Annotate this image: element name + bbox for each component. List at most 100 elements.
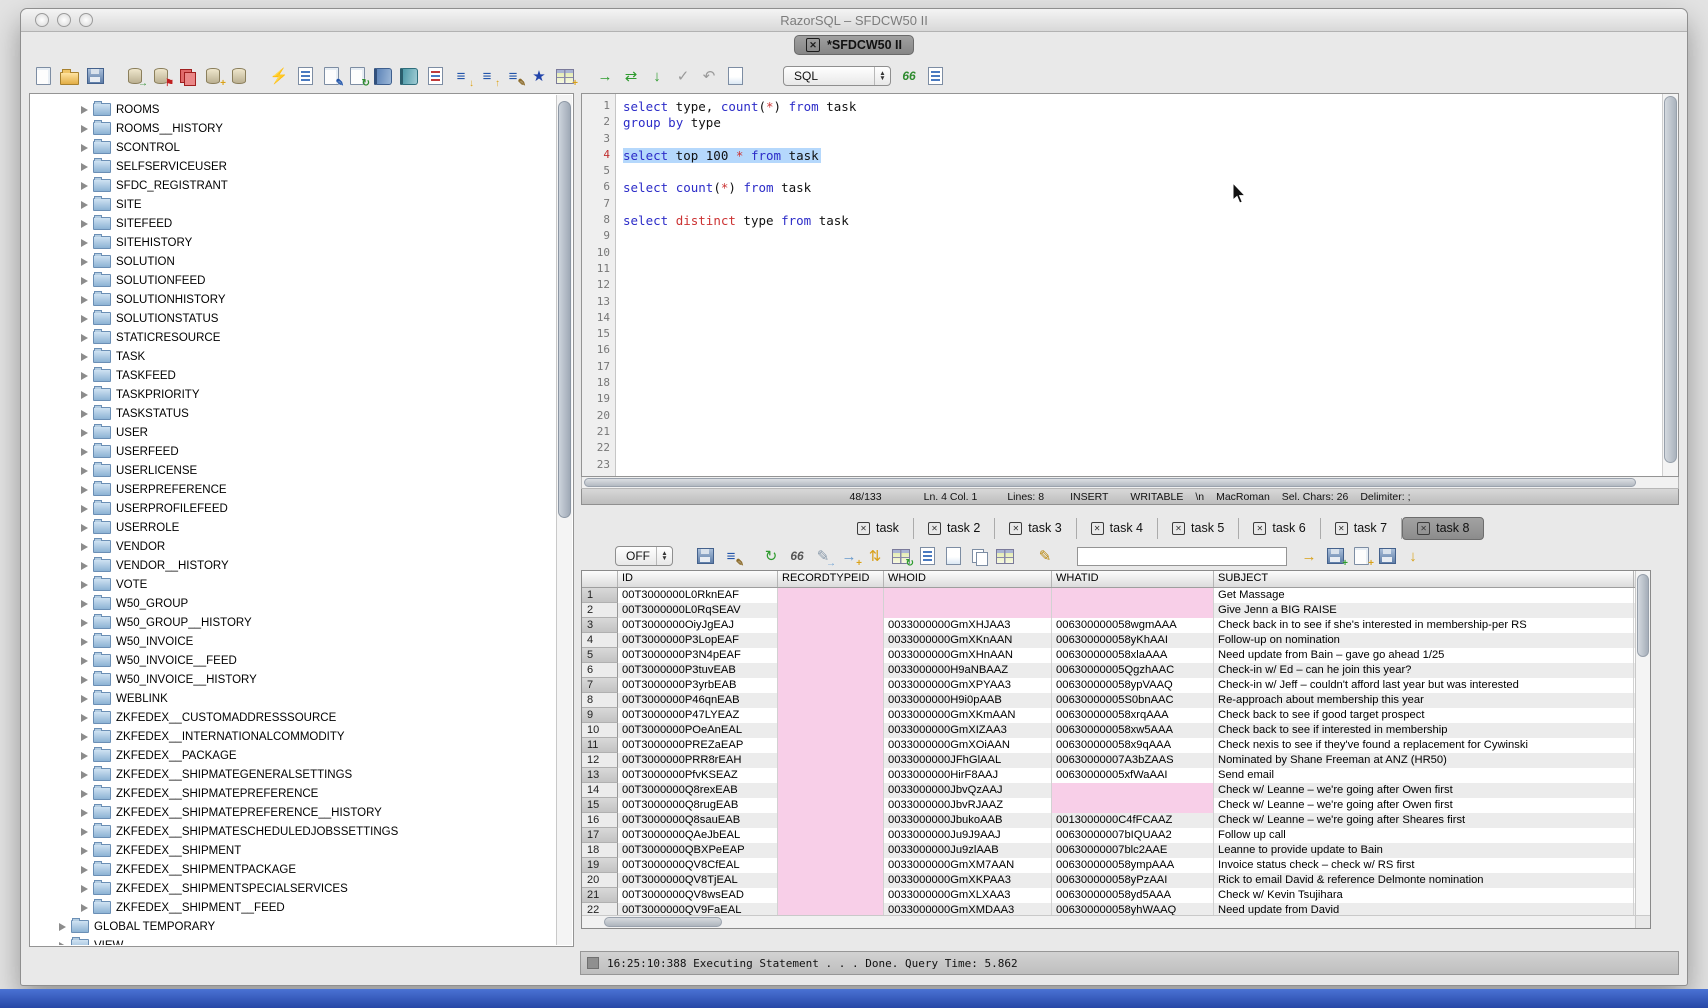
- row-number-cell[interactable]: 19: [582, 858, 618, 873]
- disclosure-triangle-icon[interactable]: [59, 923, 66, 931]
- reload-table-icon[interactable]: ↻: [891, 546, 911, 566]
- tree-item-selfserviceuser[interactable]: SELFSERVICEUSER: [31, 157, 557, 176]
- table-row[interactable]: 800T3000000P46qnEAB0033000000H9i0pAAB006…: [582, 693, 1635, 708]
- table-cell[interactable]: [778, 873, 884, 888]
- disclosure-triangle-icon[interactable]: [81, 695, 88, 703]
- row-number-cell[interactable]: 8: [582, 693, 618, 708]
- format-sql-icon[interactable]: ≡✎: [503, 66, 523, 86]
- table-cell[interactable]: 00630000007bIQUAA2: [1052, 828, 1214, 843]
- table-cell[interactable]: 0033000000JbukoAAB: [884, 813, 1052, 828]
- table-cell[interactable]: 006300000058yKhAAI: [1052, 633, 1214, 648]
- row-number-cell[interactable]: 21: [582, 888, 618, 903]
- tree-item-w50_invoice__feed[interactable]: W50_INVOICE__FEED: [31, 651, 557, 670]
- row-number-cell[interactable]: 6: [582, 663, 618, 678]
- sql-editor[interactable]: 1234567891011121314151617181920212223 se…: [581, 93, 1679, 477]
- table-cell[interactable]: 0033000000Ju9zlAAB: [884, 843, 1052, 858]
- table-row[interactable]: 300T3000000OiyJgEAJ0033000000GmXHJAA3006…: [582, 618, 1635, 633]
- table-cell[interactable]: 00T3000000P3N4pEAF: [618, 648, 778, 663]
- document-tab[interactable]: ✕ *SFDCW50 II: [794, 35, 914, 55]
- next-result-icon[interactable]: →: [1299, 546, 1319, 566]
- table-row[interactable]: 2000T3000000QV8TjEAL0033000000GmXKPAA300…: [582, 873, 1635, 888]
- disclosure-triangle-icon[interactable]: [81, 220, 88, 228]
- disclosure-triangle-icon[interactable]: [81, 486, 88, 494]
- table-cell[interactable]: [778, 618, 884, 633]
- tree-item-vendor[interactable]: VENDOR: [31, 537, 557, 556]
- table-cell[interactable]: 00T3000000L0RknEAF: [618, 588, 778, 603]
- table-cell[interactable]: [778, 888, 884, 903]
- row-number-cell[interactable]: 17: [582, 828, 618, 843]
- disclosure-triangle-icon[interactable]: [81, 866, 88, 874]
- table-cell[interactable]: [1052, 588, 1214, 603]
- table-row[interactable]: 400T3000000P3LopEAF0033000000GmXKnAAN006…: [582, 633, 1635, 648]
- disclosure-triangle-icon[interactable]: [81, 809, 88, 817]
- disclosure-triangle-icon[interactable]: [81, 733, 88, 741]
- tree-item-zkfedex__customaddresssource[interactable]: ZKFEDEX__CUSTOMADDRESSSOURCE: [31, 708, 557, 727]
- table-hscrollbar[interactable]: [582, 915, 1635, 928]
- table-cell[interactable]: [778, 783, 884, 798]
- disclosure-triangle-icon[interactable]: [81, 676, 88, 684]
- table-cell[interactable]: 00T3000000Q8rugEAB: [618, 798, 778, 813]
- table-cell[interactable]: [778, 708, 884, 723]
- disclosure-triangle-icon[interactable]: [81, 182, 88, 190]
- table-cell[interactable]: 0033000000GmXHJAA3: [884, 618, 1052, 633]
- new-database-object-icon[interactable]: +: [203, 66, 223, 86]
- editor-hscrollbar-thumb[interactable]: [584, 478, 1636, 487]
- tree-item-sitehistory[interactable]: SITEHISTORY: [31, 233, 557, 252]
- table-cell[interactable]: [778, 633, 884, 648]
- close-result-tab-icon[interactable]: ✕: [1335, 522, 1348, 535]
- table-cell[interactable]: [778, 588, 884, 603]
- table-cell[interactable]: 00T3000000L0RqSEAV: [618, 603, 778, 618]
- view-page-icon[interactable]: [943, 546, 963, 566]
- disclosure-triangle-icon[interactable]: [81, 885, 88, 893]
- table-cell[interactable]: 00630000007A3bZAAS: [1052, 753, 1214, 768]
- disclosure-triangle-icon[interactable]: [81, 296, 88, 304]
- table-cell[interactable]: Check-in w/ Ed – can he join this year?: [1214, 663, 1634, 678]
- table-cell[interactable]: 00T3000000QV8TjEAL: [618, 873, 778, 888]
- sql-mode-dropdown[interactable]: SQL ▲▼: [783, 66, 891, 86]
- disclosure-triangle-icon[interactable]: [81, 581, 88, 589]
- table-cell[interactable]: 00T3000000P3tuvEAB: [618, 663, 778, 678]
- tree-item-staticresource[interactable]: STATICRESOURCE: [31, 328, 557, 347]
- tree-item-zkfedex__shipmatepreference__history[interactable]: ZKFEDEX__SHIPMATEPREFERENCE__HISTORY: [31, 803, 557, 822]
- tree-item-user[interactable]: USER: [31, 423, 557, 442]
- result-tab-task[interactable]: ✕task: [843, 518, 914, 539]
- disclosure-triangle-icon[interactable]: [81, 714, 88, 722]
- sort-ascending-icon[interactable]: ≡↑: [477, 66, 497, 86]
- sort-rows-icon[interactable]: ⇅: [865, 546, 885, 566]
- table-cell[interactable]: 006300000058ypVAAQ: [1052, 678, 1214, 693]
- table-cell[interactable]: 006300000058ympAAA: [1052, 858, 1214, 873]
- table-cell[interactable]: [1052, 798, 1214, 813]
- sql-code-area[interactable]: select type, count(*) from taskgroup by …: [616, 94, 1662, 476]
- view-record-icon[interactable]: 66: [787, 546, 807, 566]
- row-number-cell[interactable]: 4: [582, 633, 618, 648]
- table-cell[interactable]: 00T3000000P3yrbEAB: [618, 678, 778, 693]
- row-number-cell[interactable]: 10: [582, 723, 618, 738]
- table-cell[interactable]: Re-approach about membership this year: [1214, 693, 1634, 708]
- table-vscrollbar-thumb[interactable]: [1637, 574, 1649, 657]
- disclosure-triangle-icon[interactable]: [81, 619, 88, 627]
- save-all-results-icon[interactable]: [1377, 546, 1397, 566]
- tree-item-zkfedex__shipmatescheduledjobssettings[interactable]: ZKFEDEX__SHIPMATESCHEDULEDJOBSSETTINGS: [31, 822, 557, 841]
- go-forward-icon[interactable]: →: [595, 66, 615, 86]
- disclosure-triangle-icon[interactable]: [81, 448, 88, 456]
- edit-cell-icon[interactable]: ✎→: [813, 546, 833, 566]
- table-cell[interactable]: [778, 648, 884, 663]
- table-row[interactable]: 1900T3000000QV8CfEAL0033000000GmXM7AAN00…: [582, 858, 1635, 873]
- go-down-icon[interactable]: ↓: [647, 66, 667, 86]
- row-number-cell[interactable]: 7: [582, 678, 618, 693]
- table-cell[interactable]: 00T3000000QV8CfEAL: [618, 858, 778, 873]
- result-tab-task-8[interactable]: ✕task 8: [1402, 517, 1484, 540]
- editor-hscrollbar[interactable]: [581, 477, 1679, 489]
- table-vscrollbar[interactable]: [1635, 571, 1650, 915]
- table-cell[interactable]: 00T3000000PRR8rEAH: [618, 753, 778, 768]
- disclosure-triangle-icon[interactable]: [81, 353, 88, 361]
- table-row[interactable]: 900T3000000P47LYEAZ0033000000GmXKmAAN006…: [582, 708, 1635, 723]
- result-tab-task-6[interactable]: ✕task 6: [1239, 518, 1320, 539]
- new-file-icon[interactable]: [33, 66, 53, 86]
- table-cell[interactable]: [778, 753, 884, 768]
- row-number-cell[interactable]: 5: [582, 648, 618, 663]
- tree-item-weblink[interactable]: WEBLINK: [31, 689, 557, 708]
- table-cell[interactable]: 0033000000GmXHnAAN: [884, 648, 1052, 663]
- table-cell[interactable]: [778, 663, 884, 678]
- disclosure-triangle-icon[interactable]: [81, 828, 88, 836]
